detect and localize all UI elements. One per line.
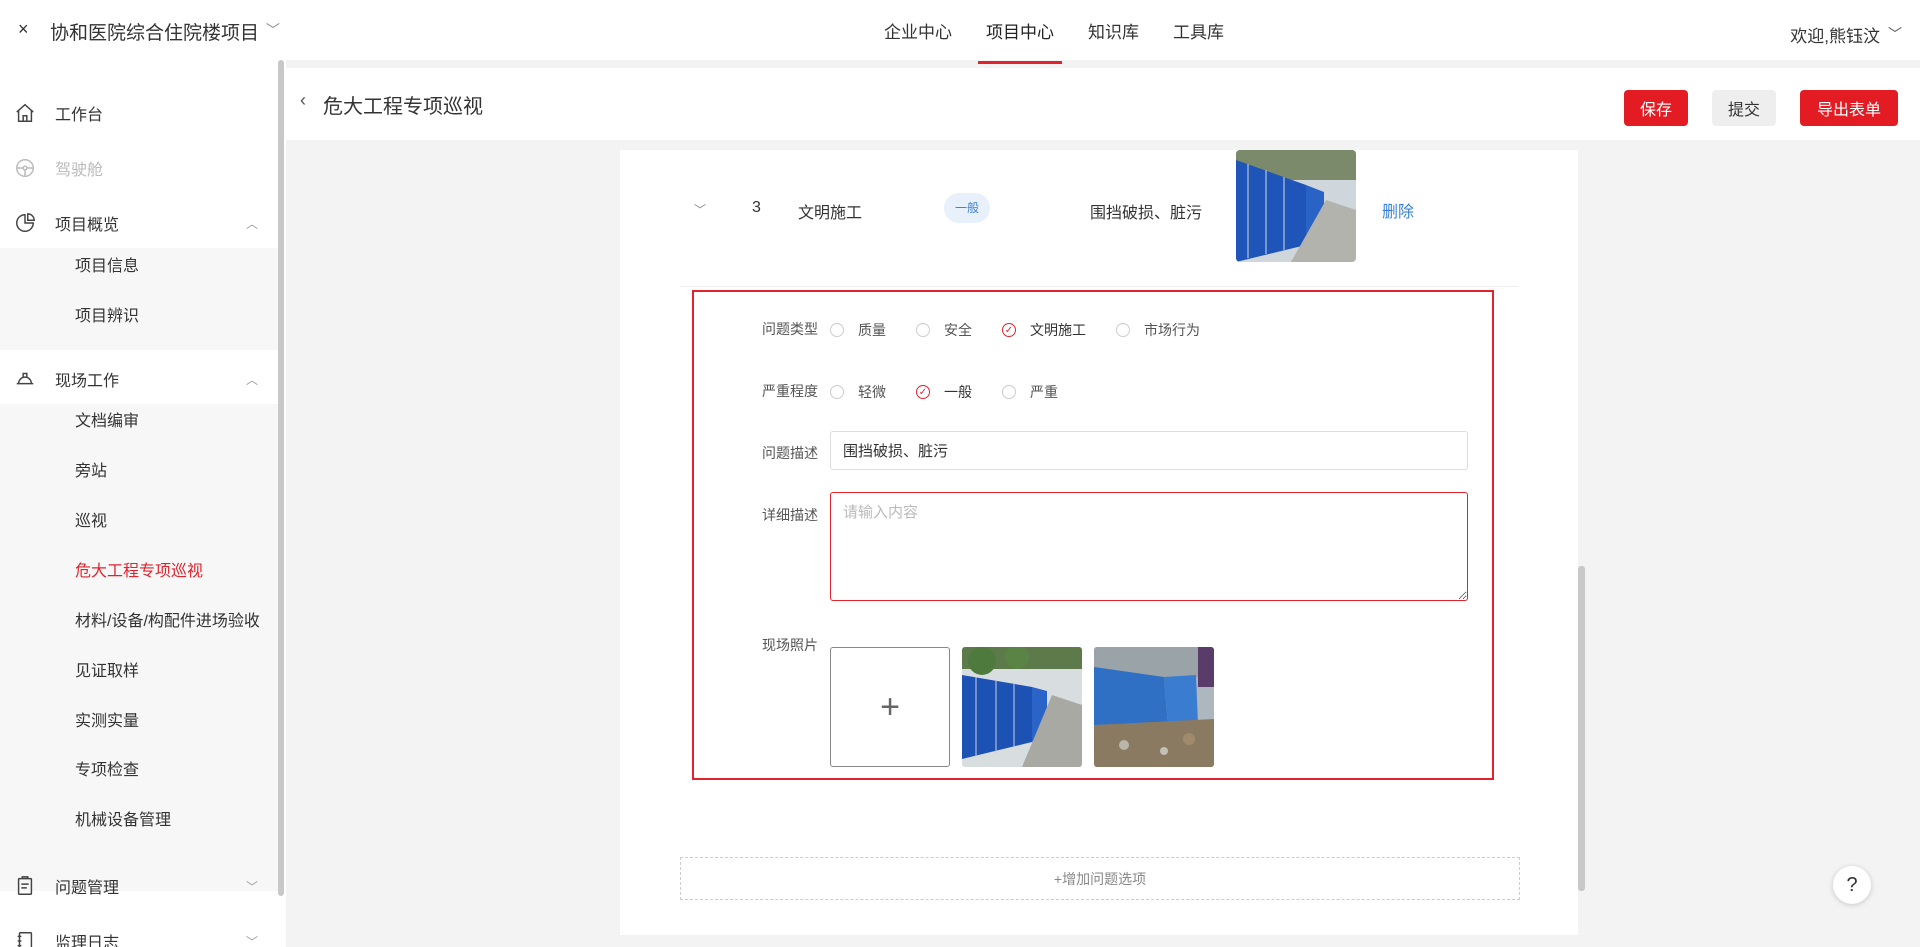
sidebar-item-label: 驾驶舱: [55, 162, 104, 179]
sidebar-item-witness-sampling[interactable]: 见证取样: [75, 660, 139, 684]
back-icon[interactable]: ‹: [300, 90, 306, 111]
radio-label: 质量: [858, 322, 886, 338]
radio-quality[interactable]: 质量: [830, 320, 886, 340]
sidebar-item-supervision-log[interactable]: 监理日志 ﹀: [0, 916, 278, 947]
radio-minor[interactable]: 轻微: [830, 382, 886, 402]
close-icon[interactable]: ×: [18, 19, 29, 40]
radio-circle: [1002, 385, 1016, 399]
issue-thumbnail[interactable]: [1236, 150, 1356, 262]
sidebar-item-field-work[interactable]: 现场工作 ︿: [0, 354, 278, 404]
radio-civilized-construction[interactable]: ✓ 文明施工: [1002, 320, 1086, 340]
sidebar-item-special-inspection[interactable]: 专项检查: [75, 759, 139, 783]
steering-icon: [13, 156, 37, 180]
detail-label: 详细描述: [762, 507, 818, 523]
nav-tool-library[interactable]: 工具库: [1169, 0, 1228, 60]
radio-label: 安全: [944, 322, 972, 338]
radio-circle: [830, 323, 844, 337]
helmet-icon: [13, 367, 37, 391]
radio-market-behavior[interactable]: 市场行为: [1116, 320, 1200, 340]
sidebar-item-overview[interactable]: 项目概览 ︿: [0, 198, 278, 248]
project-title[interactable]: 协和医院综合住院楼项目: [50, 18, 259, 45]
clipboard-icon: [13, 874, 37, 898]
issue-type: 文明施工: [798, 205, 863, 222]
radio-circle: [1116, 323, 1130, 337]
site-photo[interactable]: [1094, 647, 1214, 767]
submit-button[interactable]: 提交: [1712, 90, 1776, 126]
delete-link[interactable]: 删除: [1382, 198, 1414, 222]
sidebar-item-label: 工作台: [55, 107, 104, 124]
sidebar-item-label: 问题管理: [55, 880, 120, 897]
sidebar-item-issue-management[interactable]: 问题管理 ﹀: [0, 861, 278, 911]
issue-type-label: 问题类型: [762, 321, 818, 337]
sidebar-item-workbench[interactable]: 工作台: [0, 88, 278, 138]
sidebar-item-patrol[interactable]: 巡视: [75, 510, 107, 534]
notebook-icon: [13, 929, 37, 947]
check-icon: ✓: [1002, 323, 1016, 337]
issue-description: 围挡破损、脏污: [1090, 205, 1203, 222]
radio-safety[interactable]: 安全: [916, 320, 972, 340]
description-label: 问题描述: [762, 445, 818, 461]
radio-circle: [830, 385, 844, 399]
top-nav: 企业中心 项目中心 知识库 工具库: [880, 0, 1228, 64]
radio-severe[interactable]: 严重: [1002, 382, 1058, 402]
page-title: 危大工程专项巡视: [323, 96, 483, 118]
add-issue-button[interactable]: +增加问题选项: [680, 857, 1520, 900]
check-icon: ✓: [916, 385, 930, 399]
divider: [680, 286, 1518, 287]
nav-project-center[interactable]: 项目中心: [978, 0, 1062, 64]
nav-enterprise-center[interactable]: 企业中心: [880, 0, 956, 60]
home-icon: [13, 101, 37, 125]
sidebar: 工作台 驾驶舱 项目概览 ︿ 项目信息 项目辨识 现场工作 ︿ 文档编审 旁站 …: [0, 60, 286, 947]
sidebar-item-measurement[interactable]: 实测实量: [75, 710, 139, 734]
radio-label: 严重: [1030, 384, 1058, 400]
radio-moderate[interactable]: ✓ 一般: [916, 382, 972, 402]
top-bar: × 协和医院综合住院楼项目 ﹀ 企业中心 项目中心 知识库 工具库 欢迎,熊钰汶…: [0, 0, 1920, 64]
help-icon[interactable]: ?: [1833, 866, 1871, 904]
sidebar-item-material-acceptance[interactable]: 材料/设备/构配件进场验收: [75, 610, 260, 634]
radio-label: 市场行为: [1144, 322, 1200, 338]
chevron-up-icon[interactable]: ︿: [246, 215, 258, 232]
sidebar-item-machinery[interactable]: 机械设备管理: [75, 809, 171, 833]
description-input[interactable]: [830, 431, 1468, 470]
sidebar-item-side-station[interactable]: 旁站: [75, 460, 107, 484]
nav-knowledge-base[interactable]: 知识库: [1084, 0, 1143, 60]
severity-badge: 一般: [944, 193, 990, 223]
issue-index: 3: [752, 199, 761, 216]
chevron-down-icon[interactable]: ﹀: [246, 878, 258, 895]
site-photo[interactable]: [962, 647, 1082, 767]
chevron-down-icon[interactable]: ﹀: [1888, 24, 1902, 44]
sidebar-item-cockpit: 驾驶舱: [0, 143, 278, 193]
sidebar-item-project-info[interactable]: 项目信息: [75, 255, 139, 279]
user-welcome[interactable]: 欢迎,熊钰汶: [1790, 22, 1880, 47]
radio-label: 文明施工: [1030, 322, 1086, 338]
radio-label: 一般: [944, 384, 972, 400]
sidebar-item-document-review[interactable]: 文档编审: [75, 410, 139, 434]
main-scrollbar[interactable]: [1578, 566, 1585, 891]
severity-label: 严重程度: [762, 383, 818, 399]
upload-photo-button[interactable]: +: [830, 647, 950, 767]
sidebar-item-hazardous-patrol[interactable]: 危大工程专项巡视: [75, 560, 203, 584]
chevron-down-icon[interactable]: ﹀: [246, 933, 258, 947]
sidebar-item-label: 现场工作: [55, 373, 120, 390]
sidebar-item-label: 监理日志: [55, 935, 120, 947]
collapse-chevron-icon[interactable]: ﹀: [694, 201, 706, 218]
page-header: ‹ 危大工程专项巡视 保存 提交 导出表单: [286, 68, 1920, 140]
sidebar-item-label: 项目概览: [55, 217, 120, 234]
sidebar-item-project-identification[interactable]: 项目辨识: [75, 305, 139, 329]
radio-label: 轻微: [858, 384, 886, 400]
save-button[interactable]: 保存: [1624, 90, 1688, 126]
chevron-down-icon[interactable]: ﹀: [266, 20, 280, 40]
photos-label: 现场照片: [762, 637, 818, 653]
detail-textarea[interactable]: [830, 492, 1468, 601]
pie-chart-icon: [13, 211, 37, 235]
radio-circle: [916, 323, 930, 337]
chevron-up-icon[interactable]: ︿: [246, 371, 258, 388]
export-form-button[interactable]: 导出表单: [1800, 90, 1898, 126]
sidebar-scrollbar[interactable]: [278, 60, 284, 896]
